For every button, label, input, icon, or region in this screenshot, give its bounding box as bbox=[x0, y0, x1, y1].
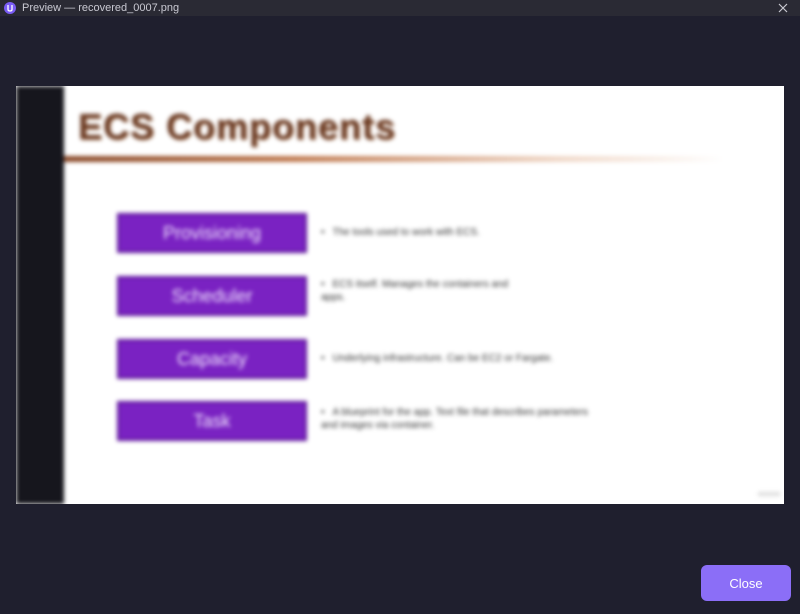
image-preview: ECS Components Provisioning • The tools u… bbox=[16, 86, 784, 504]
bullet-icon: • bbox=[321, 279, 325, 290]
component-description: • The tools used to work with ECS. bbox=[321, 226, 621, 239]
component-box-scheduler: Scheduler bbox=[117, 276, 307, 316]
component-box-capacity: Capacity bbox=[117, 339, 307, 379]
slide-left-bar bbox=[16, 86, 64, 504]
component-description-text: The tools used to work with ECS. bbox=[332, 227, 480, 238]
title-bar: Preview — recovered_0007.png bbox=[0, 0, 800, 16]
title-divider bbox=[64, 156, 724, 162]
bullet-icon: • bbox=[321, 227, 325, 238]
slide-title: ECS Components bbox=[78, 106, 397, 147]
bullet-icon: • bbox=[321, 353, 325, 364]
window-title: Preview — recovered_0007.png bbox=[22, 2, 180, 14]
component-description-text: ECS itself. Manages the containers and a… bbox=[321, 279, 509, 303]
component-description: • A blueprint for the app. Text file that… bbox=[321, 406, 591, 432]
app-logo-icon bbox=[4, 2, 16, 14]
component-description: • Underlying infrastructure. Can be EC2 o… bbox=[321, 352, 621, 365]
component-label: Capacity bbox=[176, 348, 248, 369]
component-description-text: Underlying infrastructure. Can be EC2 or… bbox=[332, 353, 554, 364]
component-box-provisioning: Provisioning bbox=[117, 213, 307, 253]
bullet-icon: • bbox=[321, 407, 325, 418]
preview-window: Preview — recovered_0007.png ECS Compone… bbox=[0, 0, 800, 614]
component-description: • ECS itself. Manages the containers and … bbox=[321, 278, 531, 304]
component-label: Task bbox=[193, 410, 231, 431]
component-description-text: A blueprint for the app. Text file that … bbox=[321, 407, 589, 431]
component-label: Provisioning bbox=[162, 222, 262, 243]
close-icon[interactable] bbox=[776, 1, 790, 15]
close-button[interactable]: Close bbox=[701, 565, 791, 601]
slide-footer-mark bbox=[758, 492, 780, 496]
component-box-task: Task bbox=[117, 401, 307, 441]
component-label: Scheduler bbox=[171, 285, 253, 306]
slide-image: ECS Components Provisioning • The tools u… bbox=[16, 86, 784, 504]
